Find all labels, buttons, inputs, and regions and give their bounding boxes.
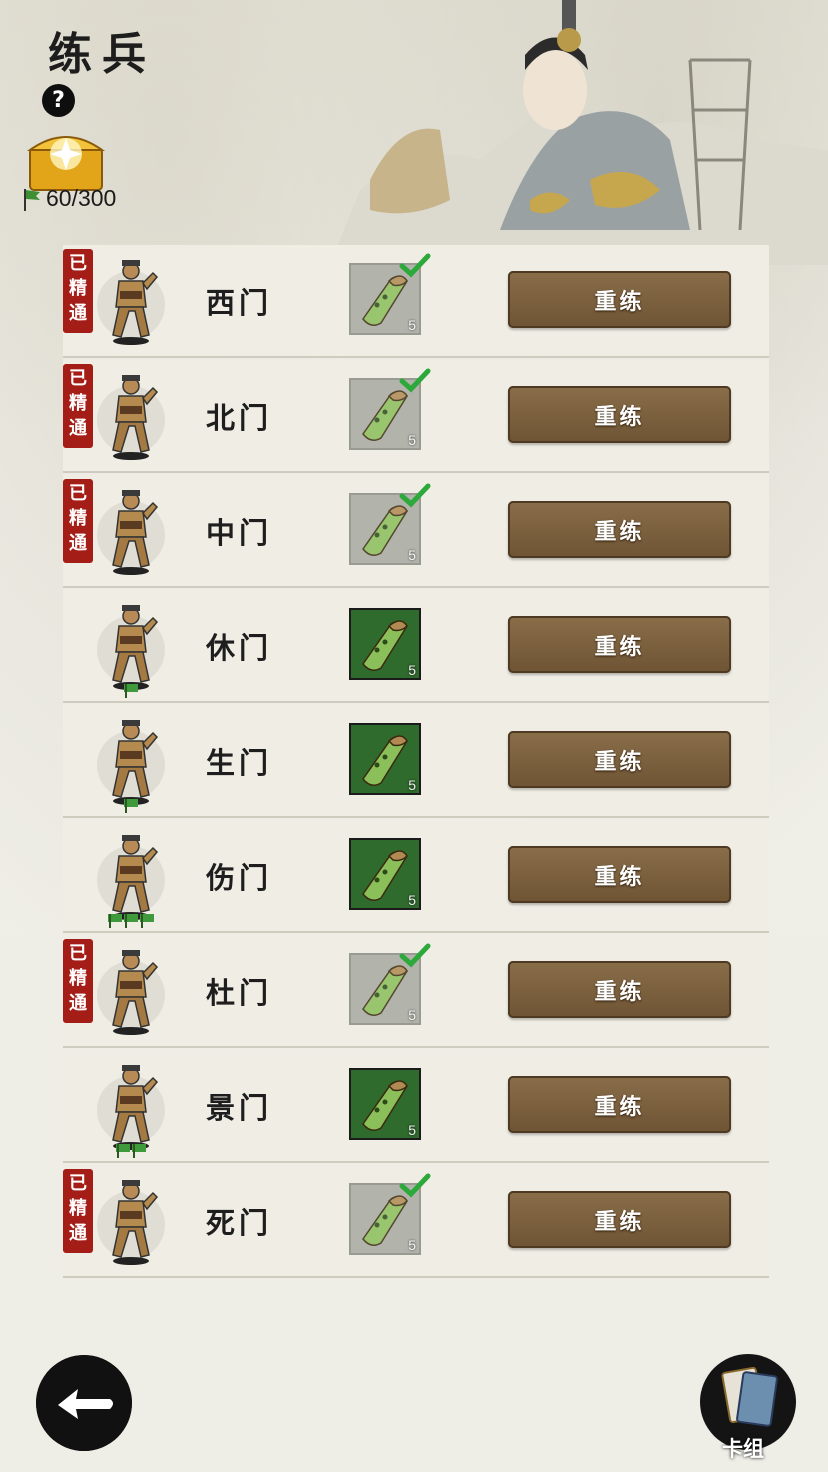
general-portrait bbox=[330, 0, 828, 265]
soldier-icon bbox=[97, 260, 165, 345]
soldier-icon bbox=[97, 375, 165, 460]
formation-name: 生门 bbox=[206, 746, 273, 780]
troop-counter: 60/300 bbox=[22, 185, 116, 212]
badge-char: 精 bbox=[69, 393, 87, 414]
retrain-button[interactable]: 重练 bbox=[508, 731, 731, 788]
deck-label: 卡组 bbox=[722, 1436, 764, 1461]
badge-char: 已 bbox=[69, 253, 87, 274]
badge-char: 已 bbox=[69, 943, 87, 964]
badge-char: 通 bbox=[69, 303, 87, 324]
scroll-level: 5 bbox=[408, 1007, 416, 1023]
pedestal-pole bbox=[125, 684, 127, 698]
retrain-button[interactable]: 重练 bbox=[508, 846, 731, 903]
checkmark-icon bbox=[399, 253, 431, 278]
pedestal-pole bbox=[117, 1144, 119, 1158]
soldier-icon bbox=[97, 1180, 165, 1265]
scroll-level: 5 bbox=[408, 1122, 416, 1138]
training-row: 已 精 通 中门 5 重练 bbox=[63, 475, 769, 588]
treasure-chest-icon[interactable] bbox=[24, 124, 108, 194]
soldier-icon bbox=[97, 720, 165, 813]
soldier-icon bbox=[97, 490, 165, 575]
page-title: 练兵 bbox=[48, 29, 156, 80]
scroll-item[interactable]: 5 bbox=[349, 723, 421, 795]
training-row: 已 精 通 死门 5 重练 bbox=[63, 1165, 769, 1278]
green-flag-icon bbox=[24, 188, 40, 211]
checkmark-icon bbox=[399, 1173, 431, 1198]
badge-char: 精 bbox=[69, 278, 87, 299]
troop-count-value: 60/300 bbox=[46, 185, 117, 211]
scroll-level: 5 bbox=[408, 662, 416, 678]
mastered-badge: 已 精 通 bbox=[63, 939, 93, 1023]
mastered-badge: 已 精 通 bbox=[63, 479, 93, 563]
mastered-badge: 已 精 通 bbox=[63, 249, 93, 333]
training-row: 已 精 通 西门 5 重练 bbox=[63, 245, 769, 358]
pedestal-pole bbox=[141, 914, 143, 928]
formation-name: 北门 bbox=[206, 401, 273, 435]
scroll-level: 5 bbox=[408, 892, 416, 908]
checkmark-icon bbox=[399, 483, 431, 508]
retrain-button[interactable]: 重练 bbox=[508, 961, 731, 1018]
badge-char: 精 bbox=[69, 1198, 87, 1219]
pedestal-pole bbox=[133, 1144, 135, 1158]
scroll-item[interactable]: 5 bbox=[349, 838, 421, 910]
training-row: 已 精 通 杜门 5 重练 bbox=[63, 935, 769, 1048]
badge-char: 精 bbox=[69, 508, 87, 529]
checkmark-icon bbox=[399, 368, 431, 393]
retrain-button[interactable]: 重练 bbox=[508, 386, 731, 443]
scroll-item[interactable]: 5 bbox=[349, 608, 421, 680]
scroll-level: 5 bbox=[408, 1237, 416, 1253]
soldier-icon bbox=[97, 1065, 165, 1158]
mastered-badge: 已 精 通 bbox=[63, 1169, 93, 1253]
checkmark-icon bbox=[399, 943, 431, 968]
badge-char: 通 bbox=[69, 1223, 87, 1244]
formation-name: 杜门 bbox=[206, 976, 273, 1010]
training-row: 伤门 5 重练 bbox=[63, 820, 769, 933]
pedestal-pole bbox=[125, 799, 127, 813]
scroll-level: 5 bbox=[408, 432, 416, 448]
badge-char: 通 bbox=[69, 533, 87, 554]
formation-name: 景门 bbox=[206, 1091, 273, 1125]
retrain-button[interactable]: 重练 bbox=[508, 271, 731, 328]
formation-name: 西门 bbox=[206, 286, 273, 320]
scroll-level: 5 bbox=[408, 317, 416, 333]
training-row: 生门 5 重练 bbox=[63, 705, 769, 818]
badge-char: 通 bbox=[69, 993, 87, 1014]
formation-name: 死门 bbox=[206, 1206, 273, 1240]
help-button[interactable]: ? bbox=[42, 84, 75, 117]
formation-name: 中门 bbox=[206, 516, 273, 550]
retrain-button[interactable]: 重练 bbox=[508, 1076, 731, 1133]
formation-name: 伤门 bbox=[206, 861, 273, 895]
formation-name: 休门 bbox=[206, 631, 273, 665]
pedestal-pole bbox=[125, 914, 127, 928]
back-button[interactable] bbox=[36, 1355, 132, 1451]
retrain-button[interactable]: 重练 bbox=[508, 616, 731, 673]
scroll-level: 5 bbox=[408, 777, 416, 793]
badge-char: 通 bbox=[69, 418, 87, 439]
badge-char: 已 bbox=[69, 368, 87, 389]
training-row: 景门 5 重练 bbox=[63, 1050, 769, 1163]
scroll-level: 5 bbox=[408, 547, 416, 563]
badge-char: 已 bbox=[69, 483, 87, 504]
badge-char: 已 bbox=[69, 1173, 87, 1194]
soldier-icon bbox=[97, 835, 165, 928]
soldier-icon bbox=[97, 950, 165, 1035]
training-row: 休门 5 重练 bbox=[63, 590, 769, 703]
pedestal-pole bbox=[109, 914, 111, 928]
soldier-icon bbox=[97, 605, 165, 698]
retrain-button[interactable]: 重练 bbox=[508, 501, 731, 558]
badge-char: 精 bbox=[69, 968, 87, 989]
training-list: 已 精 通 西门 5 重练 已 精 通 北门 5 重练 已 精 通 中门 5 重… bbox=[63, 245, 769, 1278]
retrain-button[interactable]: 重练 bbox=[508, 1191, 731, 1248]
mastered-badge: 已 精 通 bbox=[63, 364, 93, 448]
training-row: 已 精 通 北门 5 重练 bbox=[63, 360, 769, 473]
scroll-item[interactable]: 5 bbox=[349, 1068, 421, 1140]
